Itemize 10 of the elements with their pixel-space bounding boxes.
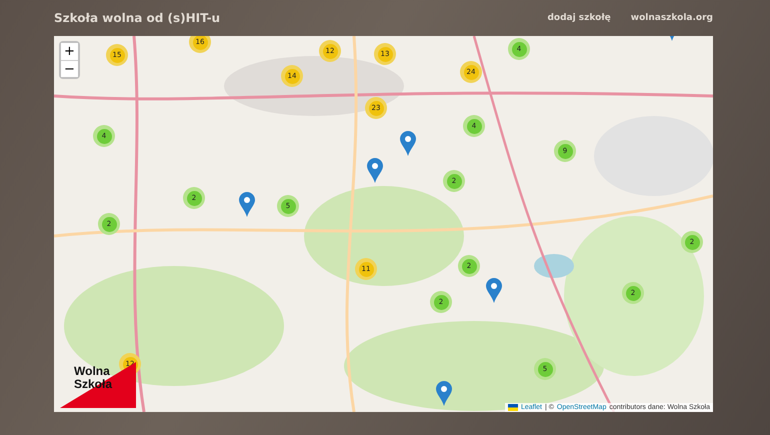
map-pin-icon[interactable] <box>239 192 255 217</box>
map-pin-icon[interactable] <box>486 278 502 303</box>
map-pin-icon[interactable] <box>367 158 383 183</box>
zoom-out-button[interactable]: − <box>61 60 78 77</box>
nav-link[interactable]: dodaj szkołę <box>547 13 611 23</box>
nav-link[interactable]: wolnaszkola.org <box>630 13 713 23</box>
map-pin-icon[interactable] <box>436 381 452 406</box>
site-title: Szkoła wolna od (s)HIT-u <box>54 11 220 25</box>
map-pin-icon[interactable] <box>400 131 416 156</box>
flag-icon <box>508 404 518 411</box>
